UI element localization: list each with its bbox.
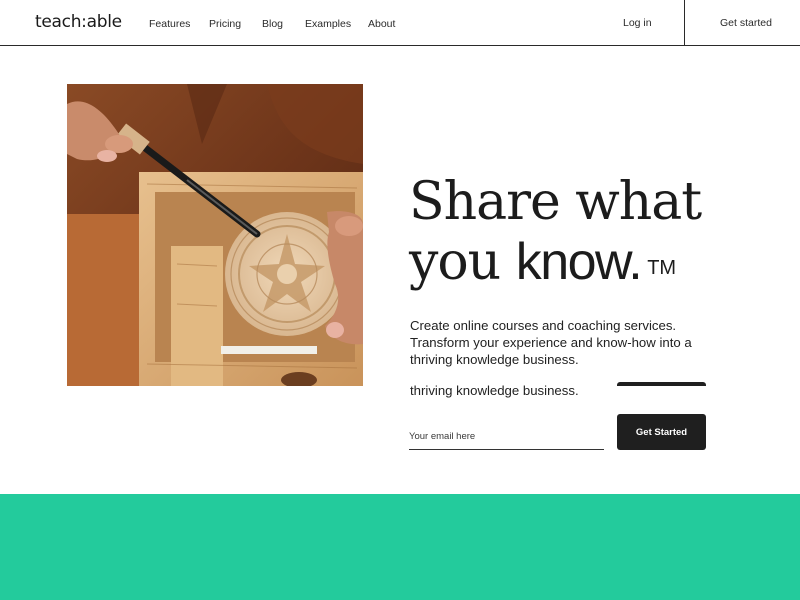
site-header: teach:able Features Pricing Blog Example… <box>0 0 800 46</box>
nav-link-blog[interactable]: Blog <box>262 18 283 30</box>
nav-link-examples[interactable]: Examples <box>305 18 351 30</box>
header-divider <box>684 0 685 46</box>
logo[interactable]: teach:able <box>35 12 122 32</box>
headline-you: you <box>409 232 516 292</box>
hero-subtext: Create online courses and coaching servi… <box>410 318 692 367</box>
get-started-button[interactable]: Get Started <box>617 414 706 450</box>
trademark-symbol: TM <box>647 257 677 279</box>
email-input[interactable] <box>409 421 604 450</box>
hero-headline: Share what you know. TM <box>409 172 749 292</box>
headline-know: know. <box>515 233 643 291</box>
hero-image-woodcarving <box>67 84 363 386</box>
hero-subtext-duplicate: thriving knowledge business. <box>410 383 579 398</box>
button-ghost-edge <box>617 382 706 386</box>
headline-line-2: you know. TM <box>409 232 749 292</box>
accent-band <box>0 494 800 600</box>
nav-link-about[interactable]: About <box>368 18 395 30</box>
nav-link-features[interactable]: Features <box>149 18 190 30</box>
nav-link-pricing[interactable]: Pricing <box>209 18 241 30</box>
headline-line-1: Share what <box>409 172 702 232</box>
header-get-started-link[interactable]: Get started <box>720 17 772 29</box>
login-link[interactable]: Log in <box>623 17 652 29</box>
